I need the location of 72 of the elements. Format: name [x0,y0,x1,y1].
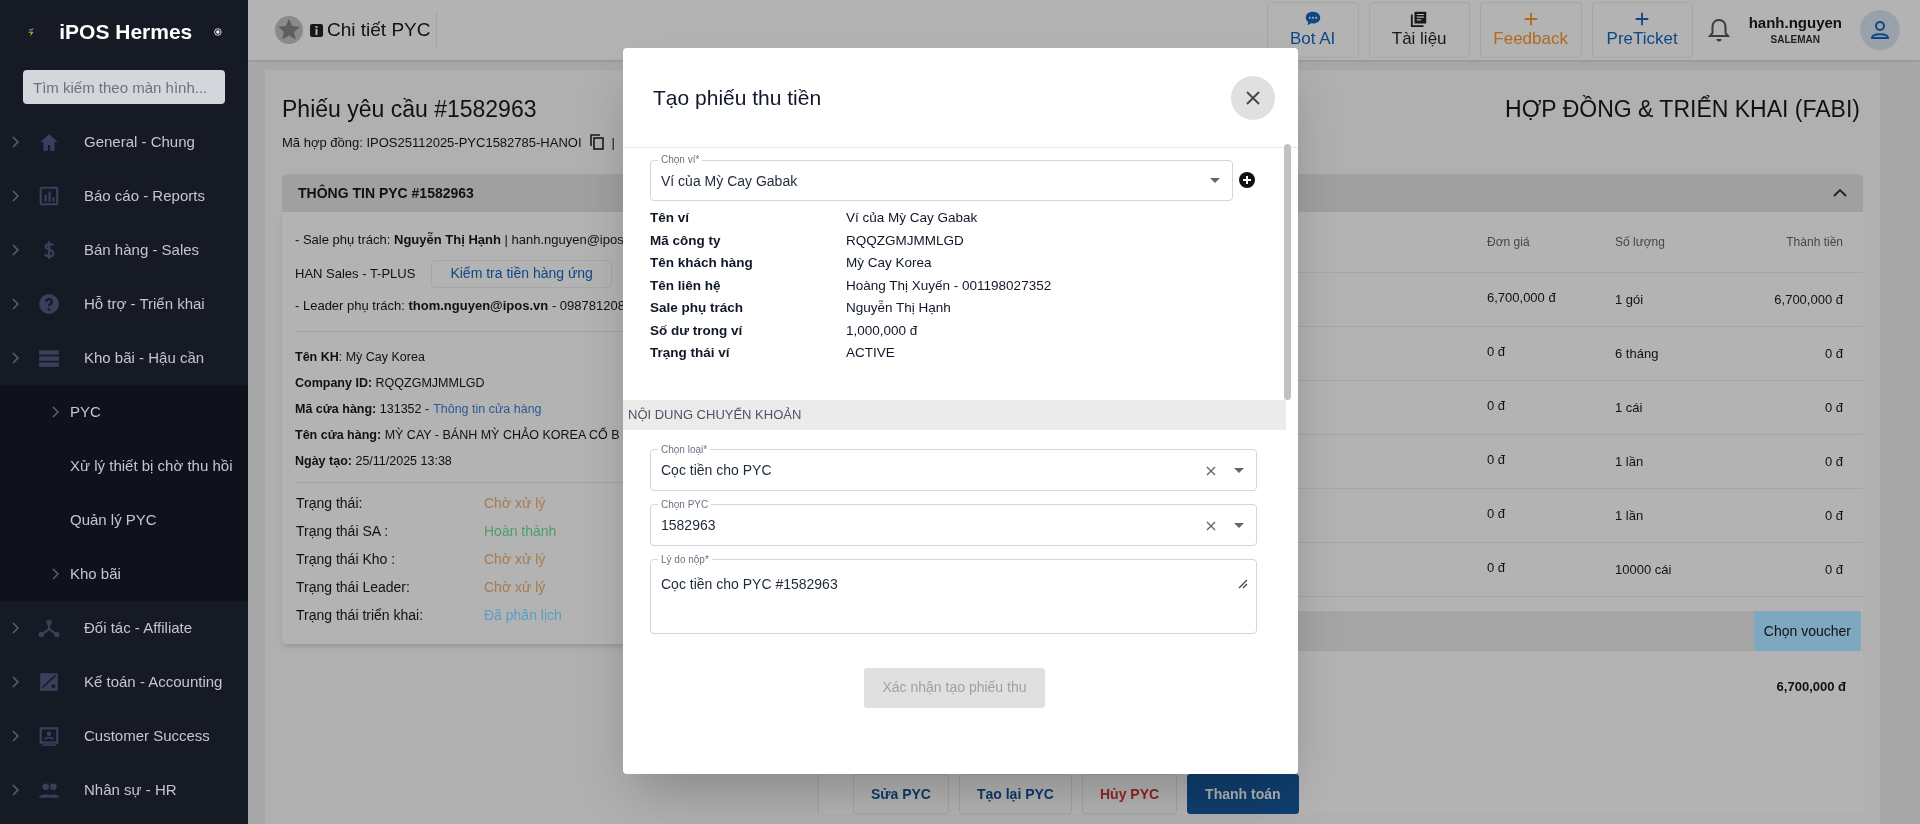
info-value: 1,000,000 đ [846,321,918,340]
sales-team: HAN Sales - T-PLUS [295,264,416,283]
info-label: Tên liên hệ [650,276,721,295]
user-name: hanh.nguyen [1748,13,1842,32]
table-cell-text: 6,700,000 đ [1773,290,1843,309]
leader-line: - Leader phụ trách: thom.nguyen@ipos.vn - 098781208 [295,296,625,315]
column-header: Đơn giá [1487,234,1531,251]
section-header: NỘI DUNG CHUYỂN KHOẢN [623,399,1286,430]
info-value: Mỳ Cay Korea [846,254,932,272]
table-cell-text: 6 tháng [1615,344,1660,363]
grand-total: 6,700,000 đ [1776,678,1846,697]
field-value: 1582963 [661,516,716,535]
table-cell-text: 0 đ [1487,558,1507,577]
sales-person-line: - Sale phụ trách: Nguyễn Thị Hạnh | hanh.nguyen@ipos [295,231,624,249]
column-header: Số lượng [1615,234,1666,251]
table-cell-text: 0 đ [1823,560,1843,579]
info-label: Số dư trong ví [650,321,743,340]
status-value: Chờ xử lý [484,577,546,597]
table-cell-text: 1 lần [1615,452,1645,471]
table-cell-text: 1 cái [1615,398,1644,417]
table-cell-text: 0 đ [1823,452,1843,471]
info-value: Hoàng Thị Xuyến - 001198027352 [846,276,1052,295]
table-cell-text: 0 đ [1487,504,1507,523]
info-field: Company ID: RQQZGMJMMLGD [295,373,485,393]
separator: | [611,133,615,152]
table-cell-text: 0 đ [1823,344,1843,363]
status-label: Trạng thái triển khai: [295,605,425,625]
info-label: Mã công ty [650,231,721,250]
status-label: Trạng thái Leader: [295,577,411,597]
table-cell-text: 0 đ [1487,342,1507,361]
user-role: SALEMAN [1770,32,1821,47]
info-value: ACTIVE [846,344,895,362]
table-cell-text: 0 đ [1487,450,1507,469]
info-value: Ví của Mỳ Cay Gabak [846,209,978,227]
table-cell-text: 6,700,000 đ [1487,288,1557,307]
dialog-title: Tạo phiếu thu tiền [653,84,822,111]
info-field: Ngày tạo: 25/11/2025 13:38 [295,451,452,471]
status-label: Trạng thái Kho : [295,549,397,569]
table-cell-text: 0 đ [1487,396,1507,415]
status-label: Trạng thái: [295,493,364,513]
info-label: Tên khách hàng [650,254,753,272]
request-title: Phiếu yêu cầu #1582963 [282,95,538,124]
table-cell-text: 1 gói [1615,290,1645,309]
status-value: Chờ xử lý [484,549,546,569]
info-label: Trạng thái ví [650,344,730,362]
info-field: Mã cửa hàng: 131352 - [295,399,430,419]
table-cell-text: 0 đ [1823,398,1843,417]
info-value: Nguyễn Thị Hạnh [846,299,951,317]
field-value: Ví của Mỳ Cay Gabak [661,171,798,191]
status-label: Trạng thái SA : [295,521,390,541]
contract-code: Mã hợp đồng: IPOS25112025-PYC1582785-HANOI [282,133,582,152]
status-value: Đã phân lịch [484,605,562,625]
status-value: Hoàn thành [484,521,557,541]
field-label: Lý do nộp* [660,553,710,566]
info-field: Tên KH: Mỳ Cay Korea [295,347,425,367]
field-value: Cọc tiền cho PYC #1582963 [661,574,838,594]
app-title: iPOS Hermes [59,19,193,46]
field-value: Cọc tiền cho PYC [661,461,772,480]
section-title: HỢP ĐỒNG & TRIỂN KHAI (FABI) [1505,94,1860,124]
column-header: Thành tiền [1785,234,1843,251]
page-title: Chi tiết PYC [327,11,438,49]
status-value: Chờ xử lý [484,493,546,513]
info-label: Sale phụ trách [650,299,744,317]
info-value: RQQZGMJMMLGD [846,231,964,250]
info-field: Tên cửa hàng: MỲ CAY - BÁNH MỲ CHẢO KOREA CỔ B [295,425,620,445]
field-label: Chọn loại* [660,443,709,456]
table-cell-text: 1 lần [1615,506,1645,525]
info-label: Tên ví [650,209,689,227]
table-cell-text: 0 đ [1823,506,1843,525]
table-cell-text: 10000 cái [1615,560,1673,579]
field-label: Chọn ví* [660,154,701,166]
field-label: Chọn PYC [660,498,710,511]
